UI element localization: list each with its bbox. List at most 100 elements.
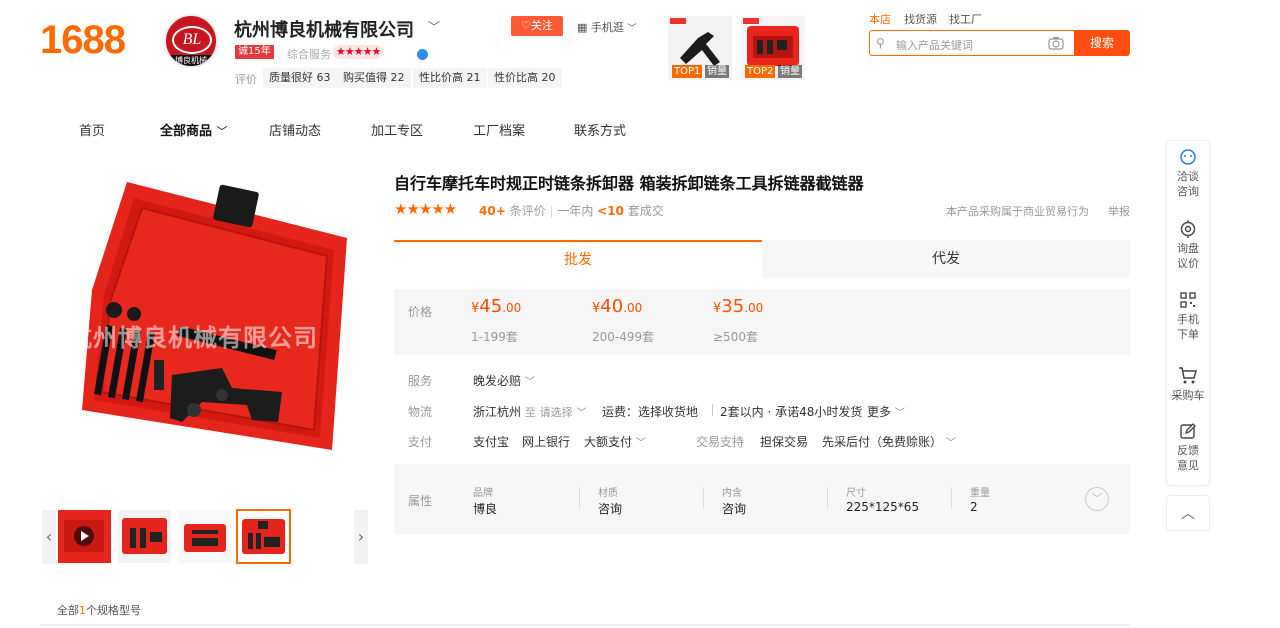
attr-value: 博良	[473, 502, 498, 516]
trade-buy-now-pay-later[interactable]: 先采后付（免费赊账） ﹀	[822, 433, 956, 450]
rating-label: 评价	[235, 73, 257, 86]
nav-processing[interactable]: 加工专区	[371, 120, 423, 139]
sidebar-item-inquiry[interactable]: 询盘 议价	[1166, 220, 1210, 271]
thumb-image	[178, 510, 231, 563]
chevron-up-icon: ︿	[1181, 506, 1195, 522]
chevron-down-icon[interactable]: ﹀	[428, 18, 440, 35]
shop-avatar[interactable]: BL 博良机械	[164, 14, 218, 68]
pay-method-large[interactable]: 大额支付 ﹀	[584, 433, 646, 450]
business-note: 本产品采购属于商业贸易行为	[946, 205, 1089, 218]
attr-key: 重量	[970, 488, 990, 499]
tab-dropship[interactable]: 代发	[762, 240, 1130, 278]
price-decimal: .00	[502, 301, 522, 315]
sidebar-label: 下单	[1177, 328, 1199, 341]
nav-shop-news[interactable]: 店铺动态	[269, 120, 321, 139]
sidebar-label: 手机	[1177, 313, 1199, 326]
main-product-image[interactable]	[82, 160, 357, 470]
price-tier-1: ¥45.00	[471, 296, 521, 317]
sidebar-item-feedback[interactable]: 反馈 意见	[1166, 422, 1210, 473]
pay-method-alipay[interactable]: 支付宝	[473, 433, 509, 450]
back-to-top-button[interactable]: ︿	[1166, 495, 1210, 531]
price-decimal: .00	[744, 301, 764, 315]
rating-tag: 性价比高 20	[488, 68, 562, 88]
chevron-down-icon: ﹀	[627, 24, 637, 34]
sidebar-label: 洽谈	[1177, 170, 1199, 183]
logistics-label: 物流	[408, 405, 433, 419]
service-value: 晚发必赔	[473, 374, 522, 388]
expand-attributes-button[interactable]: ﹀	[1085, 487, 1109, 511]
logistics-from: 浙江杭州	[473, 405, 522, 419]
search-tab-find-source[interactable]: 找货源	[904, 11, 937, 27]
year-label: 一年内	[557, 204, 594, 218]
review-summary[interactable]: 40+ 条评价 | 一年内 <10 套成交	[479, 202, 664, 219]
camera-icon[interactable]	[1048, 35, 1064, 54]
composite-service-stars: ★★★★★	[333, 45, 384, 59]
years-badge: 诚15年	[235, 45, 274, 59]
top-rank-label: TOP1	[672, 65, 703, 78]
chevron-down-icon: ﹀	[216, 125, 228, 138]
attr-key: 内含	[722, 488, 742, 499]
gallery-thumb[interactable]	[178, 510, 231, 563]
logistics-more-button[interactable]: 更多 ﹀	[867, 403, 905, 420]
review-count: 40+	[479, 204, 506, 218]
follow-button[interactable]: ♡关注	[511, 16, 563, 36]
gallery-prev-button[interactable]: ‹	[42, 510, 56, 564]
shop-avatar-initials: BL	[172, 26, 212, 54]
top-product-thumb[interactable]: TOP2 销量	[741, 16, 805, 80]
watermark-text: 杭州博良机械有限公司	[68, 324, 318, 352]
sidebar-label: 反馈	[1177, 444, 1199, 457]
attr-key: 品牌	[473, 488, 493, 499]
gallery-thumb-active[interactable]	[236, 509, 291, 564]
rating-tag: 性比价高 21	[413, 68, 487, 88]
service-label: 服务	[408, 374, 433, 388]
attr-divider	[703, 487, 704, 509]
product-title: 自行车摩托车时规正时链条拆卸器 箱装拆卸链条工具拆链器截链器	[394, 174, 864, 193]
gallery-thumb-video[interactable]	[58, 510, 111, 563]
shop-avatar-strip: 博良机械	[166, 55, 216, 66]
service-dropdown[interactable]: 晚发必赔 ﹀	[473, 372, 535, 389]
price-decimal: .00	[623, 301, 643, 315]
search-placeholder: 输入产品关键词	[896, 39, 973, 52]
sidebar-item-cart[interactable]: 采购车	[1166, 365, 1210, 403]
price-range: 1-199套	[471, 330, 518, 344]
nav-all-products[interactable]: 全部商品 ﹀	[160, 120, 228, 139]
chevron-down-icon: ﹀	[635, 438, 646, 449]
report-link[interactable]: 举报	[1108, 203, 1130, 219]
search-tab-this-shop[interactable]: 本店	[869, 11, 891, 27]
search-button[interactable]: 搜索	[1074, 30, 1130, 56]
edit-icon	[1180, 423, 1196, 439]
attributes-panel	[394, 464, 1130, 534]
tab-wholesale[interactable]: 批发	[394, 240, 762, 278]
spec-count: 全部1个规格型号	[57, 602, 141, 618]
info-dot-icon[interactable]	[417, 49, 428, 60]
divider	[40, 624, 1130, 626]
nav-home[interactable]: 首页	[79, 120, 105, 139]
search-tab-find-factory[interactable]: 找工厂	[949, 11, 982, 27]
attr-key: 尺寸	[846, 488, 866, 499]
attributes-label: 属性	[408, 494, 433, 508]
logistics-origin[interactable]: 浙江杭州 至 请选择 ﹀	[473, 403, 587, 420]
mobile-browse-label: 手机逛	[590, 21, 624, 34]
attr-key: 材质	[598, 488, 618, 499]
composite-service-label: 综合服务	[287, 48, 331, 61]
shop-name[interactable]: 杭州博良机械有限公司	[234, 16, 414, 42]
sidebar-item-mobile-order[interactable]: 手机 下单	[1166, 291, 1210, 342]
gallery-next-button[interactable]: ›	[354, 510, 368, 564]
thumb-image	[118, 510, 171, 563]
qrcode-icon	[1180, 292, 1196, 308]
top-product-thumb[interactable]: TOP1 销量	[668, 16, 732, 80]
attr-divider	[951, 487, 952, 509]
attr-value: 咨询	[598, 502, 623, 516]
pay-method-online-bank[interactable]: 网上银行	[522, 433, 570, 450]
rating-tag: 质量很好 63	[263, 68, 337, 88]
site-logo[interactable]: 1688	[40, 18, 126, 63]
trade-guarantee[interactable]: 担保交易	[760, 433, 808, 450]
sidebar-item-chat[interactable]: 洽谈 咨询	[1166, 148, 1210, 199]
gallery-thumb[interactable]	[118, 510, 171, 563]
mobile-browse-link[interactable]: ▦ 手机逛 ﹀	[577, 19, 636, 35]
logistics-to-label: 至	[524, 406, 536, 419]
price-range: ≥500套	[713, 330, 758, 344]
nav-factory-profile[interactable]: 工厂档案	[473, 120, 525, 139]
price-integer: 35	[721, 296, 745, 317]
nav-contact[interactable]: 联系方式	[574, 120, 626, 139]
